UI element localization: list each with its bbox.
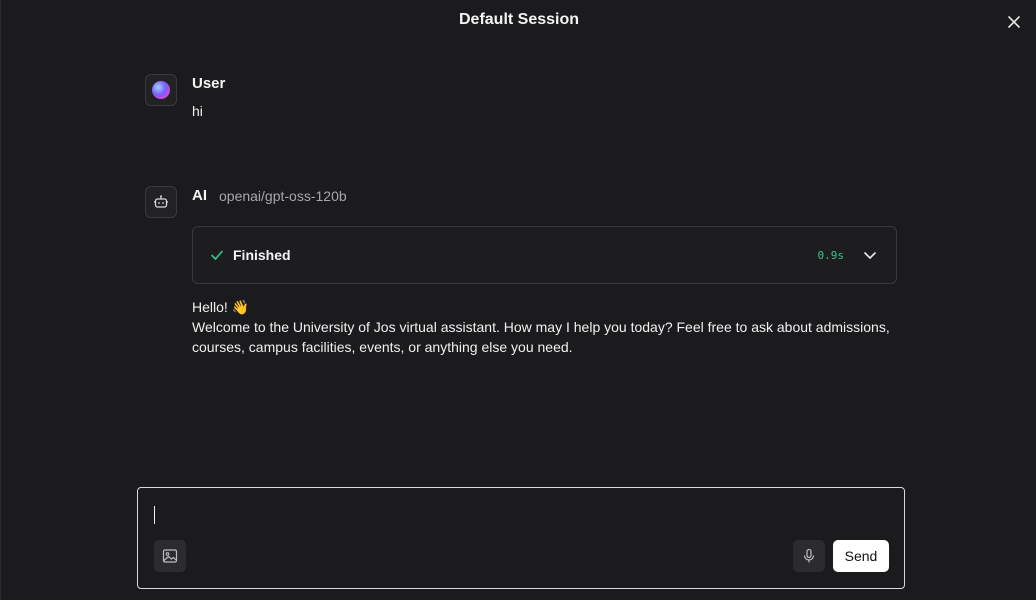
image-icon: [162, 549, 178, 563]
message-composer: Send: [137, 487, 905, 589]
reasoning-status-card[interactable]: Finished 0.9s: [192, 226, 897, 284]
model-name: openai/gpt-oss-120b: [219, 188, 347, 204]
close-icon[interactable]: [1005, 13, 1023, 31]
ai-message-text: Hello! 👋 Welcome to the University of Jo…: [192, 297, 892, 357]
duration-label: 0.9s: [817, 249, 845, 262]
message-input[interactable]: [152, 502, 892, 528]
send-button[interactable]: Send: [833, 540, 889, 572]
user-avatar-icon: [152, 81, 170, 99]
attach-image-button[interactable]: [154, 540, 186, 572]
chevron-down-icon[interactable]: [862, 247, 878, 263]
ai-message-line: Hello! 👋: [192, 299, 250, 315]
user-sender-name: User: [192, 75, 226, 92]
status-label: Finished: [233, 247, 291, 263]
session-title: Default Session: [458, 11, 580, 28]
user-avatar: [145, 74, 177, 106]
microphone-icon: [803, 548, 815, 563]
ai-sender-name: AI: [192, 187, 207, 204]
text-cursor: [154, 506, 155, 524]
check-icon: [211, 250, 223, 260]
microphone-button[interactable]: [793, 540, 825, 572]
bot-icon: [154, 195, 168, 208]
ai-avatar: [145, 186, 177, 218]
ai-message-line: Welcome to the University of Jos virtual…: [192, 319, 894, 355]
chat-window: Default Session User hi AI openai/gpt-os…: [0, 0, 1036, 600]
user-message-text: hi: [192, 103, 203, 119]
